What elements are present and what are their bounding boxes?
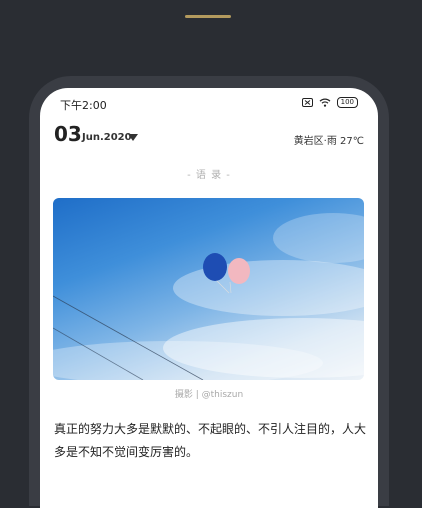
phone-screen: 下午2:00 100 03 Jun.2020 黄岩区·雨 27℃ - 语 录 -… (40, 88, 378, 508)
top-accent-bar (185, 15, 231, 18)
photo-caption: 摄影 | @thiszun (174, 390, 244, 400)
balloon-sky-illustration (53, 213, 364, 380)
date-month[interactable]: Jun.2020 (82, 132, 132, 143)
date-row: 03 Jun.2020 黄岩区·雨 27℃ (54, 122, 364, 150)
date-day: 03 (54, 122, 82, 146)
status-icons: 100 (301, 97, 358, 108)
wifi-icon (319, 98, 331, 107)
sim-off-icon (301, 98, 313, 107)
quote-text: 真正的努力大多是默默的、不起眼的、不引人注目的，人大多是不知不觉间变厉害的。 (54, 422, 367, 459)
battery-icon: 100 (336, 97, 358, 108)
section-label: - 语 录 - (187, 170, 231, 181)
status-bar: 下午2:00 100 (40, 88, 378, 120)
weather-info: 黄岩区·雨 27℃ (293, 136, 364, 147)
chevron-down-icon[interactable] (128, 134, 138, 141)
daily-photo[interactable] (53, 198, 364, 380)
status-time: 下午2:00 (60, 99, 107, 112)
